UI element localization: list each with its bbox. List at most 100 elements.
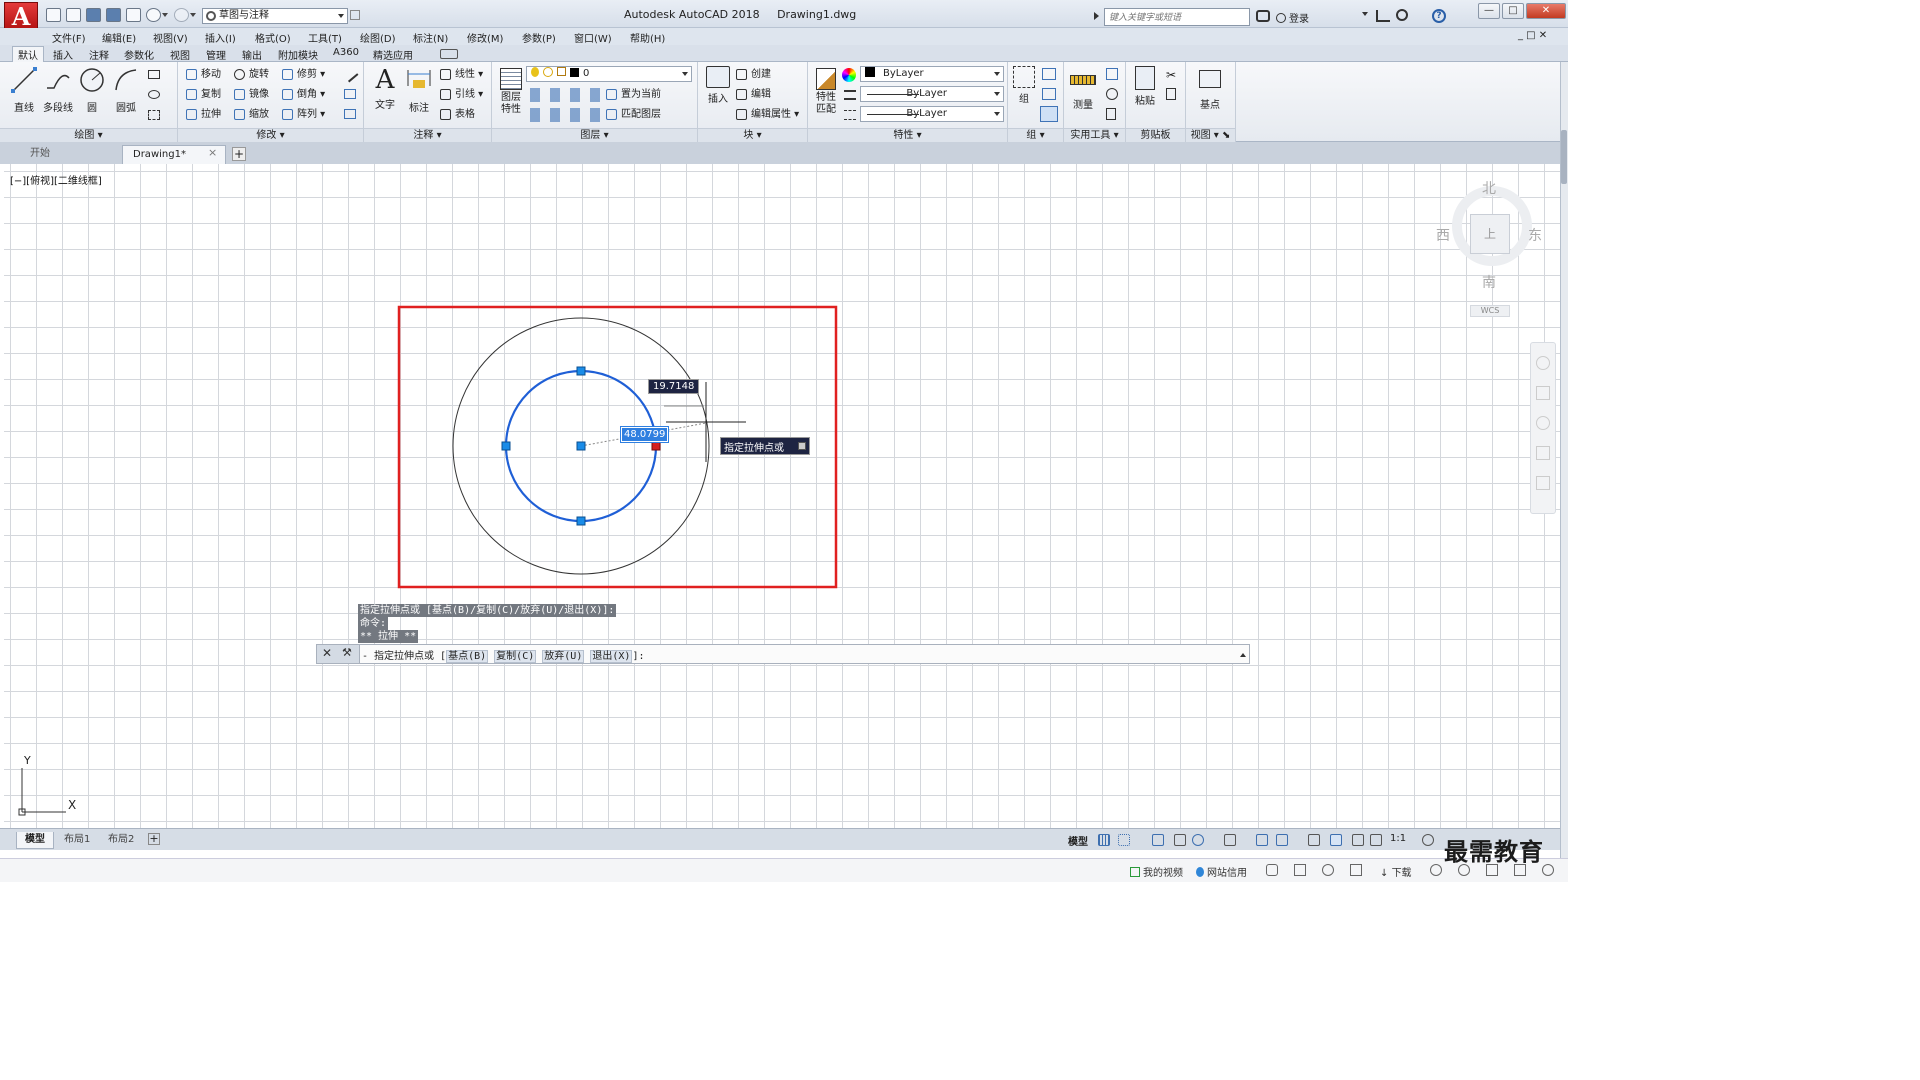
stretch-button[interactable]: 拉伸 — [186, 108, 221, 122]
maximize-button[interactable]: □ — [1502, 3, 1524, 19]
annotation-visibility-icon[interactable] — [1330, 834, 1342, 846]
steering-wheel-icon[interactable] — [1536, 356, 1550, 370]
layer-dropdown[interactable]: 0 — [526, 66, 692, 82]
open-file-icon[interactable] — [66, 8, 81, 22]
command-prompt[interactable]: - 指定拉伸点或 [基点(B) 复制(C) 放弃(U) 退出(X)]: — [362, 647, 644, 663]
panel-annotation-title[interactable]: 注释 ▾ — [364, 128, 491, 142]
insert-block-button[interactable]: 插入 — [702, 66, 734, 105]
search-expand-icon[interactable] — [1094, 12, 1103, 20]
option-copy[interactable]: 复制(C) — [494, 650, 537, 663]
base-view-button[interactable]: 基点 — [1194, 66, 1226, 111]
menu-minimize-icon[interactable]: _ □ ✕ — [1518, 30, 1547, 41]
showmotion-icon[interactable] — [1536, 476, 1550, 490]
zoom-icon[interactable] — [1536, 416, 1550, 430]
menu-format[interactable]: 格式(O) — [255, 30, 291, 45]
layer-properties-button[interactable]: 图层特性 — [496, 68, 526, 116]
paste-button[interactable]: 粘贴 — [1130, 66, 1160, 107]
orbit-icon[interactable] — [1536, 446, 1550, 460]
layout-tab-layout1[interactable]: 布局1 — [56, 832, 98, 849]
tab-home[interactable]: 默认 — [12, 46, 44, 62]
network-icon[interactable] — [1430, 864, 1442, 876]
new-file-icon[interactable] — [46, 8, 61, 22]
command-history-toggle-icon[interactable] — [1240, 650, 1246, 657]
polar-tracking-icon[interactable] — [1192, 834, 1204, 846]
lineweight-toggle-icon[interactable] — [1308, 834, 1320, 846]
model-space-button[interactable]: 模型 — [1068, 833, 1088, 848]
copy-button[interactable]: 复制 — [186, 88, 221, 102]
menu-window[interactable]: 窗口(W) — [574, 30, 612, 45]
option-undo[interactable]: 放弃(U) — [542, 650, 585, 663]
tab-parametric[interactable]: 参数化 — [124, 47, 154, 62]
drawing-canvas[interactable]: [−][俯视][二维线框] 19.7148 48.0799 指定拉伸点或 Y X… — [4, 164, 1560, 828]
mirror-button[interactable]: 镜像 — [234, 88, 269, 102]
annotation-scale-icon[interactable] — [1352, 834, 1364, 846]
object-snap-icon[interactable] — [1276, 834, 1288, 846]
lineweight-dropdown[interactable]: ByLayer — [860, 86, 1004, 102]
rotate-button[interactable]: 旋转 — [234, 68, 269, 82]
menu-draw[interactable]: 绘图(D) — [360, 30, 396, 45]
copy-clip-icon[interactable] — [1166, 88, 1176, 100]
grip-left[interactable] — [501, 441, 511, 451]
save-as-icon[interactable] — [106, 8, 121, 22]
save-icon[interactable] — [86, 8, 101, 22]
group-edit-icon[interactable] — [1042, 88, 1056, 100]
linear-button[interactable]: 线性 ▾ — [440, 68, 483, 82]
explode-icon[interactable] — [344, 89, 356, 99]
menu-tools[interactable]: 工具(T) — [308, 30, 342, 45]
panel-block-title[interactable]: 块 ▾ — [698, 128, 807, 142]
tab-output[interactable]: 输出 — [242, 47, 262, 62]
layout-tab-model[interactable]: 模型 — [16, 832, 54, 849]
undo-dropdown-icon[interactable] — [162, 8, 169, 22]
layer-tools-row-1[interactable] — [530, 88, 600, 102]
array-button[interactable]: 阵列 ▾ — [282, 108, 325, 122]
menu-insert[interactable]: 插入(I) — [205, 30, 236, 45]
chevron-down-icon[interactable] — [1362, 12, 1368, 19]
move-button[interactable]: 移动 — [186, 68, 221, 82]
layout-tab-layout2[interactable]: 布局2 — [100, 832, 142, 849]
menu-view[interactable]: 视图(V) — [153, 30, 188, 45]
scrollbar-thumb[interactable] — [1561, 130, 1567, 184]
text-button[interactable]: A 文字 — [370, 66, 400, 111]
group-button[interactable]: 组 — [1010, 66, 1038, 105]
trim-button[interactable]: 修剪 ▾ — [282, 68, 325, 82]
wrench-icon[interactable]: ⚒ — [342, 646, 352, 659]
undo-icon[interactable] — [146, 8, 161, 22]
edit-block-button[interactable]: 编辑 — [736, 88, 771, 102]
grip-top[interactable] — [576, 366, 586, 376]
viewcube-east[interactable]: 东 — [1528, 225, 1542, 245]
measure-button[interactable]: 测量 — [1066, 66, 1100, 111]
add-layout-button[interactable]: + — [148, 833, 160, 845]
panel-properties-title[interactable]: 特性 ▾ — [808, 128, 1007, 142]
grip-right-hot[interactable] — [651, 441, 661, 451]
hatch-icon[interactable] — [148, 110, 160, 120]
tab-a360[interactable]: A360 — [333, 47, 359, 58]
infer-constraints-icon[interactable] — [1152, 834, 1164, 846]
image-icon[interactable] — [1294, 864, 1306, 876]
color-dropdown[interactable]: ByLayer — [860, 66, 1004, 82]
dynamic-input-distance[interactable]: 48.0799 — [619, 426, 670, 443]
create-block-button[interactable]: 创建 — [736, 68, 771, 82]
menu-edit[interactable]: 编辑(E) — [102, 30, 136, 45]
download-link[interactable]: ↓ 下载 — [1380, 864, 1412, 879]
shield-icon[interactable] — [1266, 864, 1278, 876]
table-button[interactable]: 表格 — [440, 108, 475, 122]
viewcube-top-face[interactable]: 上 — [1470, 214, 1510, 254]
match-properties-button[interactable]: 特性匹配 — [812, 68, 840, 116]
linetype-dropdown[interactable]: ByLayer — [860, 106, 1004, 122]
edit-attributes-button[interactable]: 编辑属性 ▾ — [736, 108, 799, 122]
workspace-switch-icon[interactable] — [1422, 834, 1434, 846]
my-videos-link[interactable]: 我的视频 — [1130, 864, 1183, 879]
sign-in-button[interactable]: 登录 — [1276, 10, 1309, 25]
ellipse-icon[interactable] — [148, 90, 160, 99]
browser-icon[interactable] — [1322, 864, 1334, 876]
panel-groups-title[interactable]: 组 ▾ — [1008, 128, 1063, 142]
tab-manage[interactable]: 管理 — [206, 47, 226, 62]
panel-modify-title[interactable]: 修改 ▾ — [178, 128, 363, 142]
layer-tools-row-2[interactable] — [530, 108, 600, 122]
workspace-selector[interactable]: 草图与注释 — [202, 8, 348, 24]
menu-parametric[interactable]: 参数(P) — [522, 30, 556, 45]
exchange-icon[interactable] — [1396, 9, 1408, 21]
redo-dropdown-icon[interactable] — [190, 8, 197, 22]
pan-icon[interactable] — [1536, 386, 1550, 400]
viewcube-north[interactable]: 北 — [1482, 178, 1496, 198]
